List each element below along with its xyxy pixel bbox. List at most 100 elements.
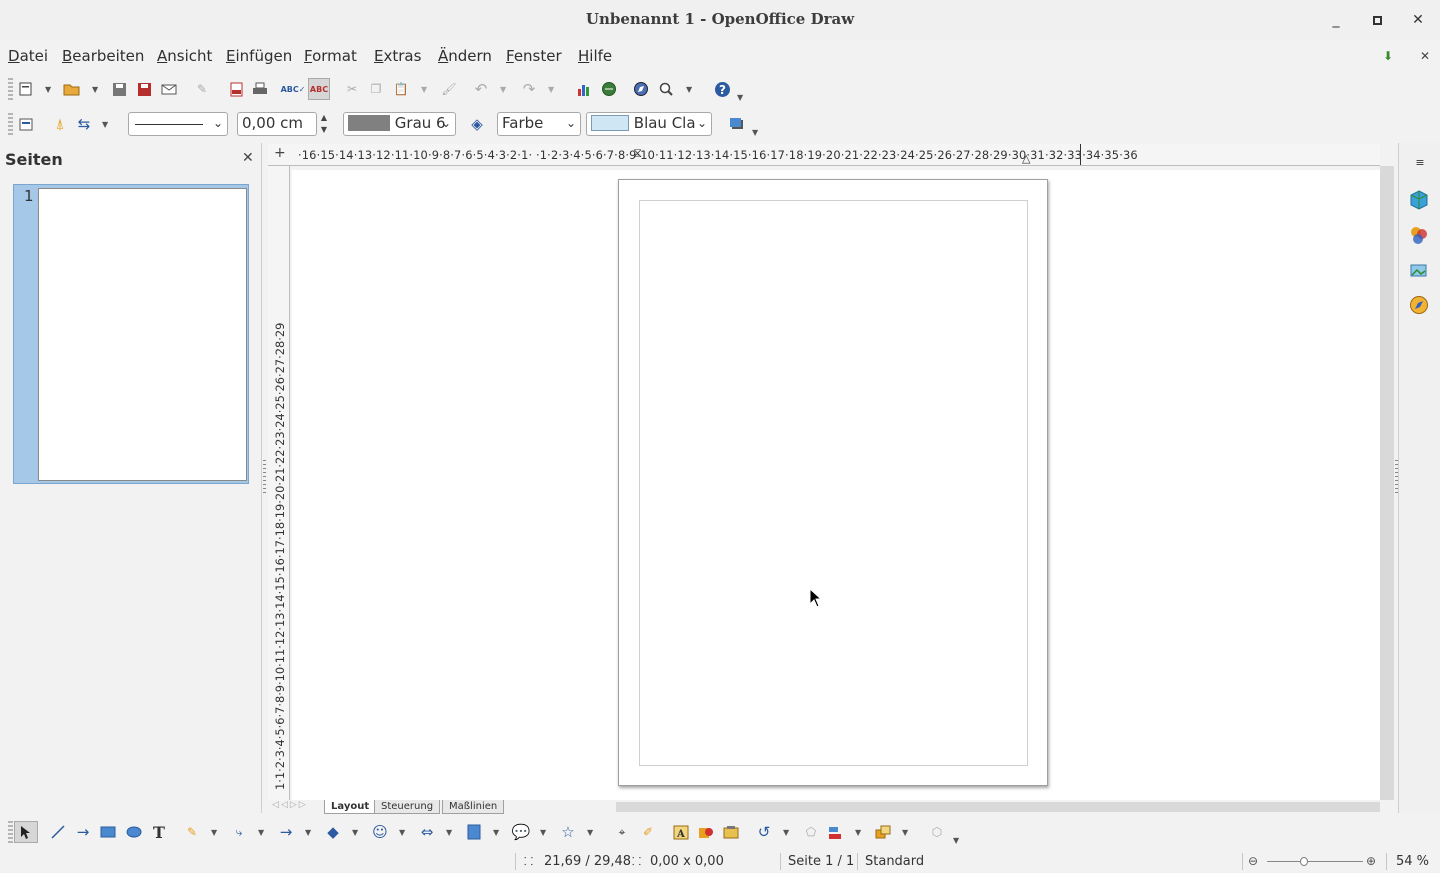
curve-tool-icon[interactable]: ✎	[183, 823, 201, 841]
chart-icon[interactable]	[575, 80, 593, 98]
toolbar-grip-2[interactable]	[8, 113, 13, 135]
menu-aendern[interactable]: Ändern	[438, 47, 492, 65]
tab-masslinien[interactable]: Maßlinien	[442, 800, 505, 814]
gallery-icon[interactable]	[1408, 259, 1430, 281]
page-style-name[interactable]: Standard	[865, 854, 924, 869]
symbol-shapes-icon[interactable]: ☺	[371, 823, 389, 841]
print-icon[interactable]	[251, 80, 269, 98]
callouts-dropdown-arrow[interactable]: ▼	[540, 828, 546, 837]
toolbar-overflow-arrow-2[interactable]: ▼	[752, 128, 758, 137]
horizontal-ruler[interactable]: + ·16·15·14·13·12·11·10·9·8·7·6·5·4·3·2·…	[268, 144, 1380, 166]
close-window-button[interactable]: ✕	[1408, 10, 1428, 30]
open-dropdown-arrow[interactable]: ▼	[92, 85, 98, 94]
zoom-slider-track[interactable]	[1267, 861, 1363, 862]
zoom-in-icon[interactable]: ⊕	[1366, 854, 1376, 868]
from-file-icon[interactable]	[697, 823, 715, 841]
zoom-value[interactable]: 54 %	[1396, 854, 1429, 869]
toolbar-grip[interactable]	[8, 78, 13, 100]
redo-icon[interactable]: ↷	[520, 80, 538, 98]
rectangle-tool-icon[interactable]	[99, 823, 117, 841]
close-document-icon[interactable]: ✕	[1416, 47, 1434, 65]
toolbar-overflow-arrow-3[interactable]: ▼	[953, 836, 959, 845]
stars-icon[interactable]: ☆	[559, 823, 577, 841]
new-dropdown-arrow[interactable]: ▼	[45, 85, 51, 94]
copy-icon[interactable]: ❐	[367, 80, 385, 98]
flowchart-dropdown-arrow[interactable]: ▼	[493, 828, 499, 837]
menu-einfuegen[interactable]: Einfügen	[226, 47, 292, 65]
callouts-icon[interactable]: 💬	[512, 823, 531, 841]
symbol-shapes-dropdown-arrow[interactable]: ▼	[399, 828, 405, 837]
line-arrow-tool-icon[interactable]: →	[74, 823, 92, 841]
arrange-icon[interactable]	[874, 823, 892, 841]
tab-navigation-icons[interactable]: ◁◁▷▷	[272, 800, 308, 810]
ellipse-tool-icon[interactable]	[125, 823, 143, 841]
line-color-select[interactable]: Grau 6 ⌄	[343, 112, 456, 136]
line-width-field[interactable]: 0,00 cm	[237, 112, 317, 136]
align-dropdown-arrow[interactable]: ▼	[855, 828, 861, 837]
undo-dropdown-arrow[interactable]: ▼	[500, 85, 506, 94]
menu-ansicht[interactable]: Ansicht	[157, 47, 212, 65]
redo-dropdown-arrow[interactable]: ▼	[548, 85, 554, 94]
line-width-spinner[interactable]: ▲ ▼	[318, 112, 330, 136]
menu-hilfe[interactable]: Hilfe	[578, 47, 612, 65]
lines-arrows-dropdown-arrow[interactable]: ▼	[305, 828, 311, 837]
flowchart-icon[interactable]	[465, 823, 483, 841]
menu-extras[interactable]: Extras	[374, 47, 421, 65]
fontwork-icon[interactable]: A	[672, 823, 690, 841]
styles-formatting-icon[interactable]	[17, 115, 35, 133]
points-icon[interactable]: ⌖	[613, 823, 631, 841]
menu-bearbeiten[interactable]: Bearbeiten	[62, 47, 144, 65]
undo-icon[interactable]: ↶	[472, 80, 490, 98]
zoom-icon[interactable]	[657, 80, 675, 98]
spellcheck-icon[interactable]: ABC✓	[281, 80, 306, 98]
sidebar-splitter-handle[interactable]	[1395, 460, 1398, 496]
edit-file-icon[interactable]: ✎	[193, 80, 211, 98]
connector-dropdown-arrow[interactable]: ▼	[258, 828, 264, 837]
sidebar-menu-icon[interactable]: ≡	[1411, 153, 1429, 171]
tab-steuerung[interactable]: Steuerung	[374, 800, 441, 814]
arrange-dropdown-arrow[interactable]: ▼	[902, 828, 908, 837]
toolbar-grip-3[interactable]	[8, 821, 13, 843]
area-icon[interactable]: ◈	[468, 115, 486, 133]
zoom-dropdown-arrow[interactable]: ▼	[686, 85, 692, 94]
zoom-slider-thumb[interactable]	[1300, 857, 1309, 866]
vertical-scrollbar[interactable]	[1380, 166, 1394, 800]
toolbar-overflow-arrow[interactable]: ▼	[737, 93, 743, 102]
panel-splitter-handle[interactable]	[263, 460, 266, 496]
new-document-icon[interactable]	[17, 80, 35, 98]
arrow-style-dropdown-arrow[interactable]: ▼	[102, 120, 108, 129]
clone-formatting-icon[interactable]: 🖌	[440, 80, 458, 98]
help-icon[interactable]: ?	[713, 80, 731, 98]
basic-shapes-icon[interactable]: ◆	[324, 823, 342, 841]
shadow-icon[interactable]	[728, 115, 746, 133]
maximize-button[interactable]	[1367, 10, 1387, 30]
arrow-style-icon[interactable]: ⇆	[75, 115, 93, 133]
curve-dropdown-arrow[interactable]: ▼	[211, 828, 217, 837]
paste-dropdown-arrow[interactable]: ▼	[421, 85, 427, 94]
tab-layout[interactable]: Layout	[324, 800, 377, 814]
line-tool-icon[interactable]	[49, 823, 67, 841]
effects-dropdown-arrow[interactable]: ▼	[783, 828, 789, 837]
cut-icon[interactable]: ✂	[343, 80, 361, 98]
left-indent-marker-icon[interactable]: ⧖	[633, 146, 642, 161]
glue-points-icon[interactable]: ✐	[639, 823, 657, 841]
export-pdf-icon[interactable]	[227, 80, 245, 98]
basic-shapes-dropdown-arrow[interactable]: ▼	[352, 828, 358, 837]
autospellcheck-icon[interactable]: ABC	[308, 78, 330, 100]
email-icon[interactable]	[160, 80, 178, 98]
styles-icon[interactable]	[1408, 224, 1430, 246]
navigator-icon[interactable]	[632, 80, 650, 98]
slide-thumbnail-selected[interactable]: 1	[13, 184, 249, 484]
navigator-sidebar-icon[interactable]	[1408, 294, 1430, 316]
menu-datei[interactable]: Datei	[8, 47, 48, 65]
properties-icon[interactable]	[1408, 189, 1430, 211]
effects-icon[interactable]: ↺	[755, 823, 773, 841]
hyperlink-icon[interactable]	[600, 80, 618, 98]
save-icon[interactable]	[110, 80, 128, 98]
select-tool-icon[interactable]	[14, 821, 38, 843]
right-indent-marker-icon[interactable]: △	[1022, 152, 1030, 165]
extrusion-icon[interactable]: ⬠	[802, 823, 820, 841]
gallery-toolbar-icon[interactable]	[722, 823, 740, 841]
block-arrows-icon[interactable]: ⇔	[418, 823, 436, 841]
save-as-icon[interactable]	[135, 80, 153, 98]
